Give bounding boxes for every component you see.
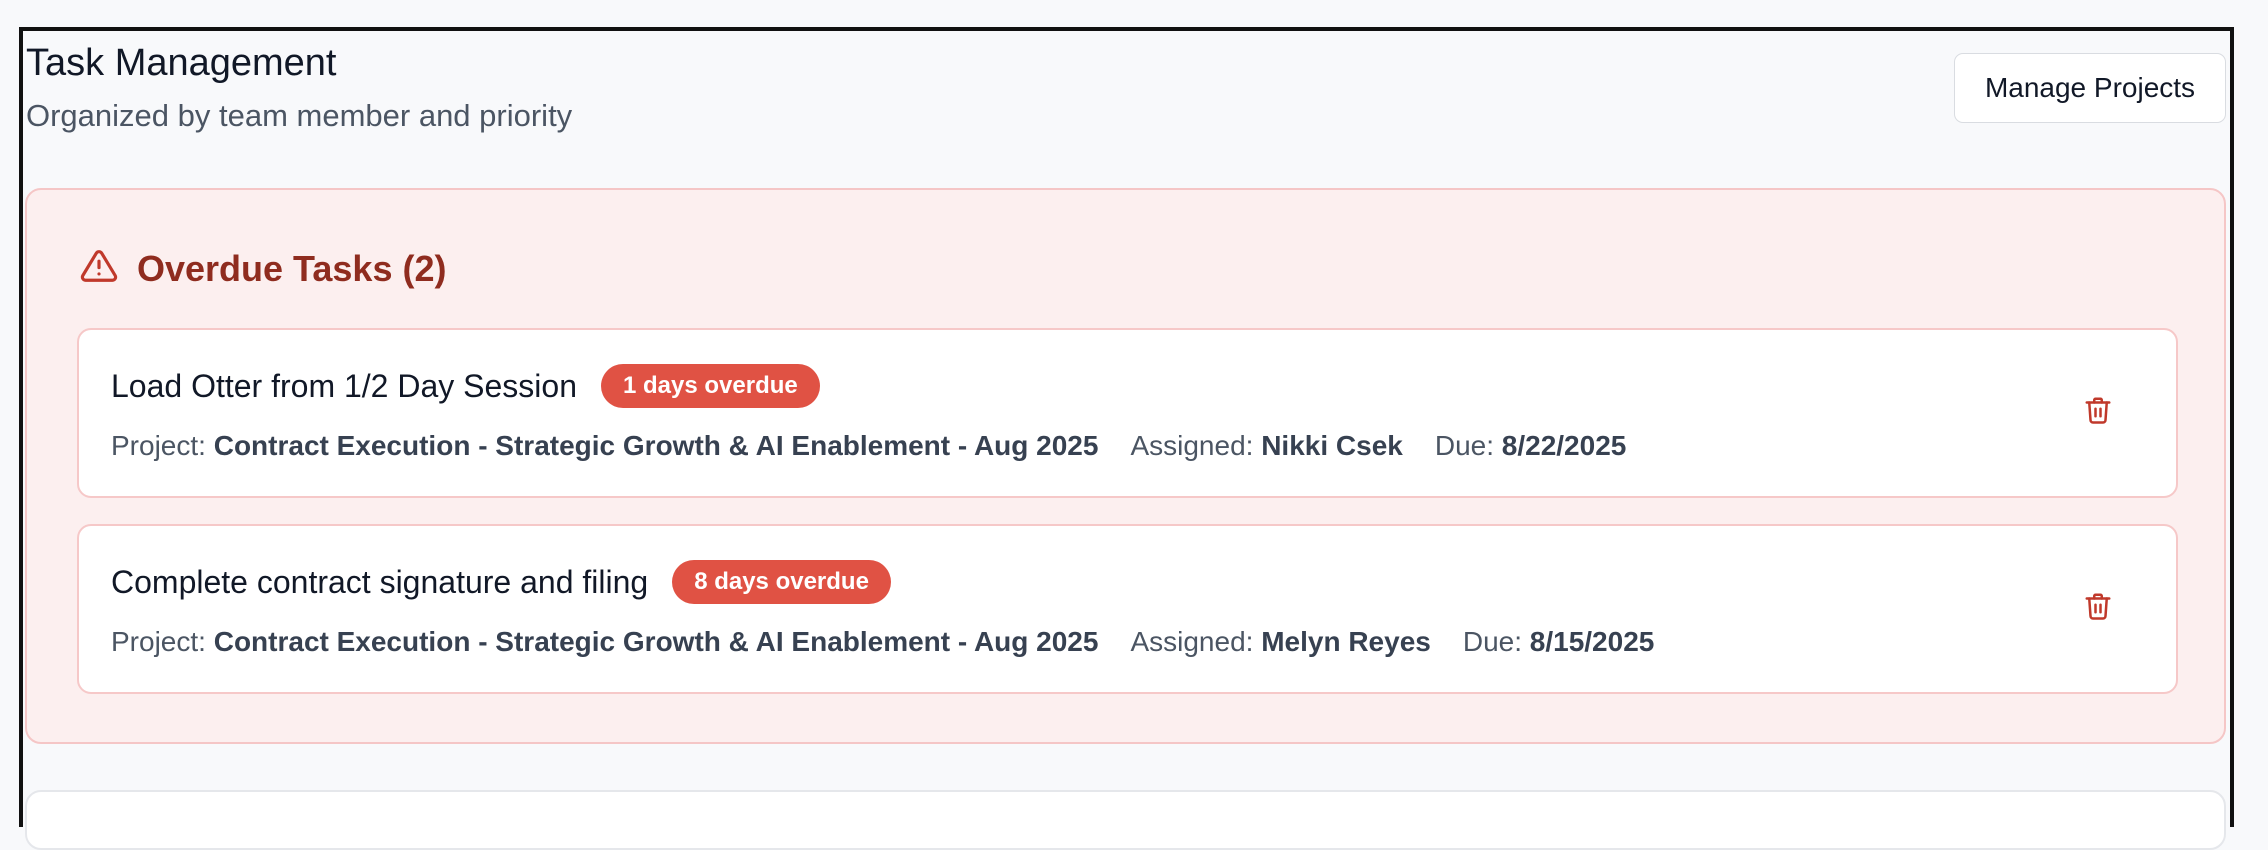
task-card: Load Otter from 1/2 Day Session 1 days o… [77, 328, 2178, 498]
warning-triangle-icon [79, 247, 119, 290]
project-value: Contract Execution - Strategic Growth & … [213, 430, 1099, 461]
due-value: 8/15/2025 [1529, 626, 1655, 657]
next-section-panel [25, 790, 2226, 850]
task-project: Project: Contract Execution - Strategic … [111, 626, 1098, 658]
task-header: Load Otter from 1/2 Day Session 1 days o… [111, 364, 820, 408]
overdue-badge: 8 days overdue [672, 560, 891, 604]
delete-task-button[interactable] [2076, 384, 2120, 436]
page-title: Task Management [26, 42, 337, 84]
assigned-label: Assigned: [1130, 430, 1254, 461]
task-meta: Project: Contract Execution - Strategic … [111, 430, 1626, 462]
task-assignee: Assigned: Melyn Reyes [1130, 626, 1430, 658]
task-due-date: Due: 8/22/2025 [1435, 430, 1627, 462]
overdue-header: Overdue Tasks (2) [79, 247, 446, 290]
assigned-label: Assigned: [1130, 626, 1254, 657]
due-value: 8/22/2025 [1501, 430, 1627, 461]
task-meta: Project: Contract Execution - Strategic … [111, 626, 1654, 658]
task-card: Complete contract signature and filing 8… [77, 524, 2178, 694]
overdue-badge: 1 days overdue [601, 364, 820, 408]
trash-icon [2085, 397, 2111, 424]
project-label: Project: [111, 430, 206, 461]
task-header: Complete contract signature and filing 8… [111, 560, 891, 604]
assigned-value: Nikki Csek [1261, 430, 1403, 461]
task-project: Project: Contract Execution - Strategic … [111, 430, 1098, 462]
due-label: Due: [1434, 430, 1494, 461]
manage-projects-button[interactable]: Manage Projects [1954, 53, 2226, 123]
task-title: Complete contract signature and filing [111, 563, 649, 600]
delete-task-button[interactable] [2076, 580, 2120, 632]
overdue-tasks-title: Overdue Tasks (2) [137, 247, 447, 289]
project-label: Project: [111, 626, 206, 657]
task-title: Load Otter from 1/2 Day Session [111, 367, 577, 404]
page-subtitle: Organized by team member and priority [26, 98, 573, 133]
due-label: Due: [1462, 626, 1522, 657]
task-assignee: Assigned: Nikki Csek [1130, 430, 1402, 462]
project-value: Contract Execution - Strategic Growth & … [213, 626, 1099, 657]
overdue-tasks-panel: Overdue Tasks (2) Load Otter from 1/2 Da… [25, 188, 2226, 744]
trash-icon [2085, 593, 2111, 620]
task-due-date: Due: 8/15/2025 [1463, 626, 1655, 658]
assigned-value: Melyn Reyes [1261, 626, 1431, 657]
